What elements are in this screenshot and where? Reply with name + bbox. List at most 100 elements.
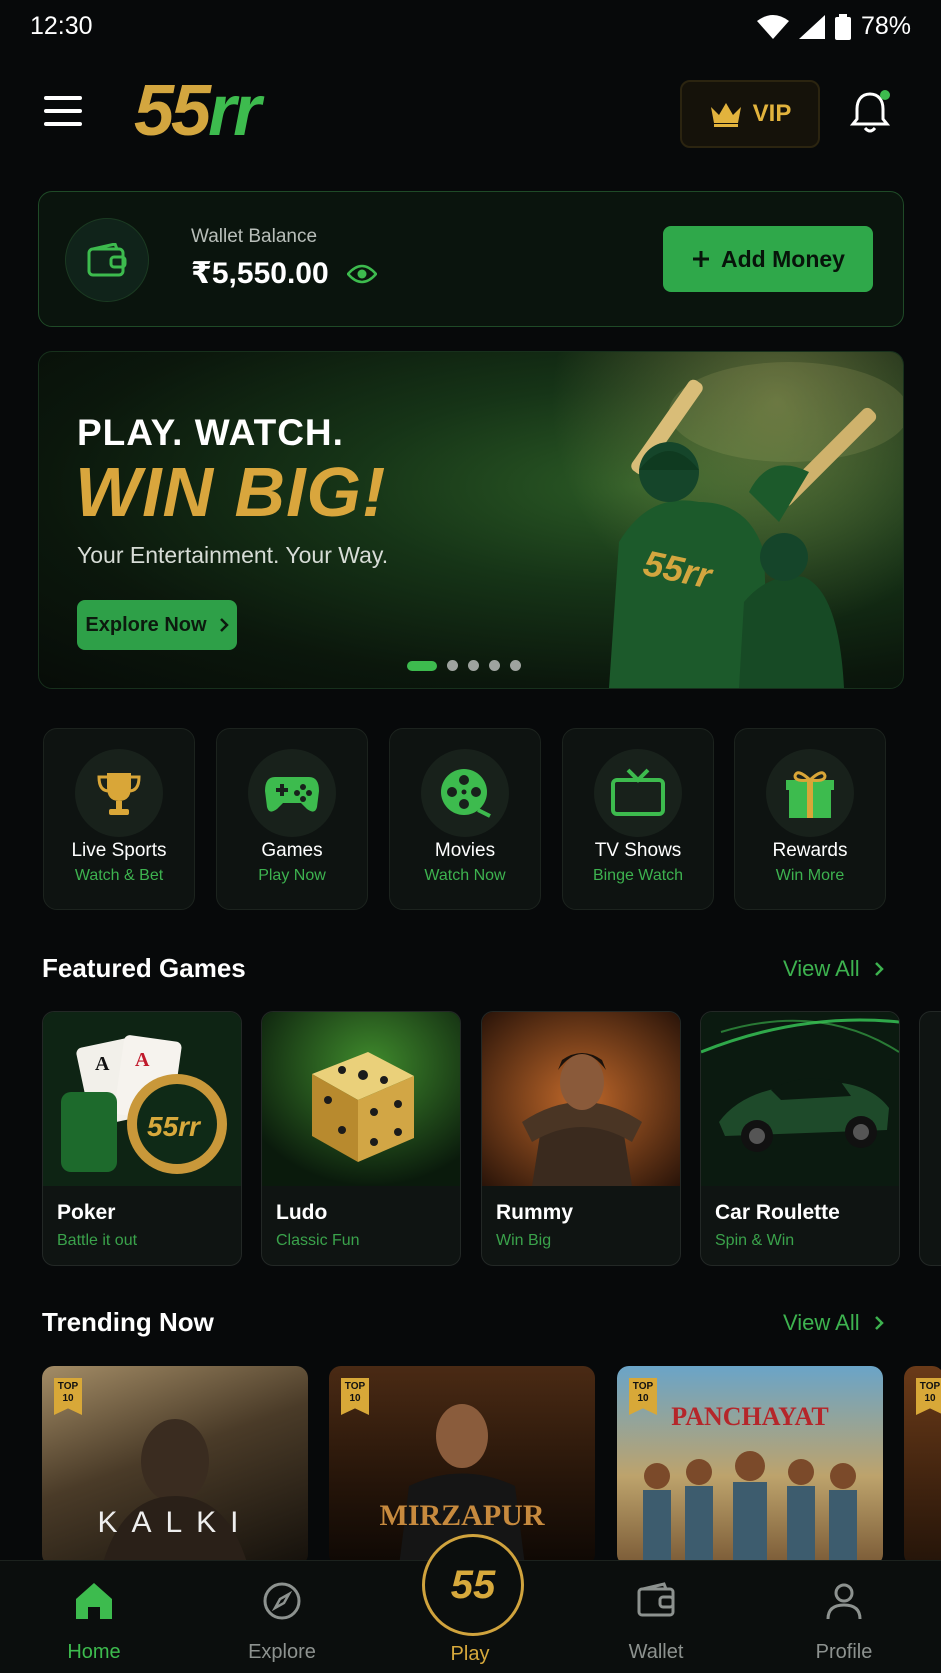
eye-icon[interactable]: [346, 264, 377, 284]
gamepad-icon: [248, 749, 336, 837]
sports-car-image: [701, 1012, 899, 1186]
carousel-dot[interactable]: [447, 660, 458, 671]
game-sub: Win Big: [496, 1232, 552, 1249]
nav-play-button[interactable]: 55: [422, 1534, 524, 1636]
trophy-icon: [75, 749, 163, 837]
nav-play-label: Play: [450, 1643, 490, 1665]
game-name: Ludo: [276, 1201, 328, 1224]
menu-icon[interactable]: [44, 96, 82, 126]
explore-now-label: Explore Now: [85, 613, 207, 636]
warrior-image: [482, 1012, 680, 1186]
top10-badge: TOP 10: [916, 1378, 941, 1415]
game-sub: Spin & Win: [715, 1232, 795, 1249]
trending-title: PANCHAYAT: [671, 1402, 829, 1431]
notification-bell-icon[interactable]: [849, 88, 891, 134]
promo-banner[interactable]: 55rr PLAY. WATCH. WIN BIG! Your Entertai…: [38, 351, 904, 689]
poker-image: A A 55rr: [43, 1012, 241, 1186]
trending-view-all-link[interactable]: View All: [783, 1310, 884, 1336]
carousel-dot[interactable]: [468, 660, 479, 671]
wallet-icon: [65, 218, 149, 302]
chevron-right-icon: [874, 962, 884, 976]
category-live-sports[interactable]: Live Sports Watch & Bet: [43, 728, 195, 910]
play-logo: 55: [450, 1562, 496, 1607]
status-icons: 78%: [756, 12, 911, 41]
crown-icon: [710, 103, 741, 127]
profile-icon: [826, 1583, 862, 1620]
game-card-ludo[interactable]: Ludo Classic Fun: [261, 1011, 461, 1266]
battery-percent: 78%: [860, 12, 911, 40]
signal-icon: [798, 14, 825, 39]
category-games[interactable]: Games Play Now: [216, 728, 368, 910]
game-name: Rummy: [496, 1201, 574, 1224]
status-time: 12:30: [30, 12, 93, 40]
wallet-icon: [637, 1582, 675, 1617]
game-card-car-roulette[interactable]: Car Roulette Spin & Win: [700, 1011, 900, 1266]
category-name: TV Shows: [594, 840, 682, 861]
trending-card-panchayat[interactable]: TOP 10 PANCHAYAT: [617, 1366, 883, 1566]
category-sub: Play Now: [258, 867, 326, 884]
wallet-amount-row: ₹5,550.00: [191, 256, 377, 291]
carousel-dots[interactable]: [407, 660, 521, 671]
game-sub: Battle it out: [57, 1232, 138, 1249]
game-card-rummy[interactable]: Rummy Win Big: [481, 1011, 681, 1266]
nav-profile-label: Profile: [815, 1641, 873, 1663]
svg-text:55rr: 55rr: [147, 1111, 202, 1142]
game-name: Car Roulette: [715, 1201, 840, 1224]
compass-icon: [263, 1582, 301, 1620]
trending-card-partial[interactable]: TOP 10: [904, 1366, 941, 1566]
vip-label: VIP: [752, 100, 792, 127]
category-name: Movies: [434, 840, 496, 861]
banner-line1: PLAY. WATCH.: [77, 412, 344, 453]
trending-now-title: Trending Now: [42, 1307, 214, 1337]
game-card-partial[interactable]: [919, 1011, 941, 1266]
nav-explore[interactable]: Explore: [222, 1561, 342, 1673]
nav-wallet-label: Wallet: [628, 1641, 684, 1663]
vip-button[interactable]: VIP: [680, 80, 820, 148]
wifi-icon: [756, 14, 789, 39]
game-card-poker[interactable]: A A 55rr Poker Battle it out: [42, 1011, 242, 1266]
nav-explore-label: Explore: [248, 1641, 316, 1663]
game-sub: Classic Fun: [276, 1232, 360, 1249]
plus-icon: [693, 251, 710, 267]
category-name: Live Sports: [71, 840, 167, 861]
nav-home-label: Home: [67, 1641, 121, 1663]
cricketer-illustration: 55rr: [609, 362, 903, 688]
featured-games-title: Featured Games: [42, 953, 246, 983]
wallet-label: Wallet Balance: [191, 226, 318, 247]
nav-home[interactable]: Home: [34, 1561, 154, 1673]
category-sub: Watch Now: [424, 867, 506, 884]
home-icon: [76, 1583, 112, 1619]
svg-text:A: A: [135, 1049, 150, 1071]
category-name: Games: [261, 840, 323, 861]
svg-text:A: A: [95, 1053, 110, 1075]
nav-wallet[interactable]: Wallet: [596, 1561, 716, 1673]
trending-title: MIRZAPUR: [379, 1499, 545, 1532]
trending-title: KALKI: [97, 1506, 253, 1539]
add-money-button[interactable]: Add Money: [663, 226, 873, 292]
status-bar: 12:30 78%: [0, 0, 941, 54]
nav-profile[interactable]: Profile: [784, 1561, 904, 1673]
game-name: Poker: [57, 1201, 116, 1224]
banner-headline: WIN BIG!: [75, 453, 387, 531]
carousel-dot[interactable]: [510, 660, 521, 671]
category-sub: Watch & Bet: [74, 867, 164, 884]
trending-card-kalki[interactable]: TOP 10 KALKI: [42, 1366, 308, 1566]
category-tv-shows[interactable]: TV Shows Binge Watch: [562, 728, 714, 910]
featured-view-all-link[interactable]: View All: [783, 956, 884, 982]
explore-now-button[interactable]: Explore Now: [77, 600, 237, 650]
category-rewards[interactable]: Rewards Win More: [734, 728, 886, 910]
carousel-dot[interactable]: [489, 660, 500, 671]
app-logo: 55rr: [134, 71, 261, 151]
add-money-label: Add Money: [721, 245, 845, 272]
category-sub: Binge Watch: [592, 867, 684, 884]
banner-tagline: Your Entertainment. Your Way.: [77, 542, 389, 568]
dice-image: [262, 1012, 460, 1186]
wallet-balance: ₹5,550.00: [191, 257, 329, 290]
film-reel-icon: [421, 749, 509, 837]
tv-icon: [594, 749, 682, 837]
category-name: Rewards: [772, 840, 848, 861]
carousel-dot-active[interactable]: [407, 660, 437, 671]
gift-icon: [766, 749, 854, 837]
category-movies[interactable]: Movies Watch Now: [389, 728, 541, 910]
chevron-right-icon: [874, 1316, 884, 1330]
